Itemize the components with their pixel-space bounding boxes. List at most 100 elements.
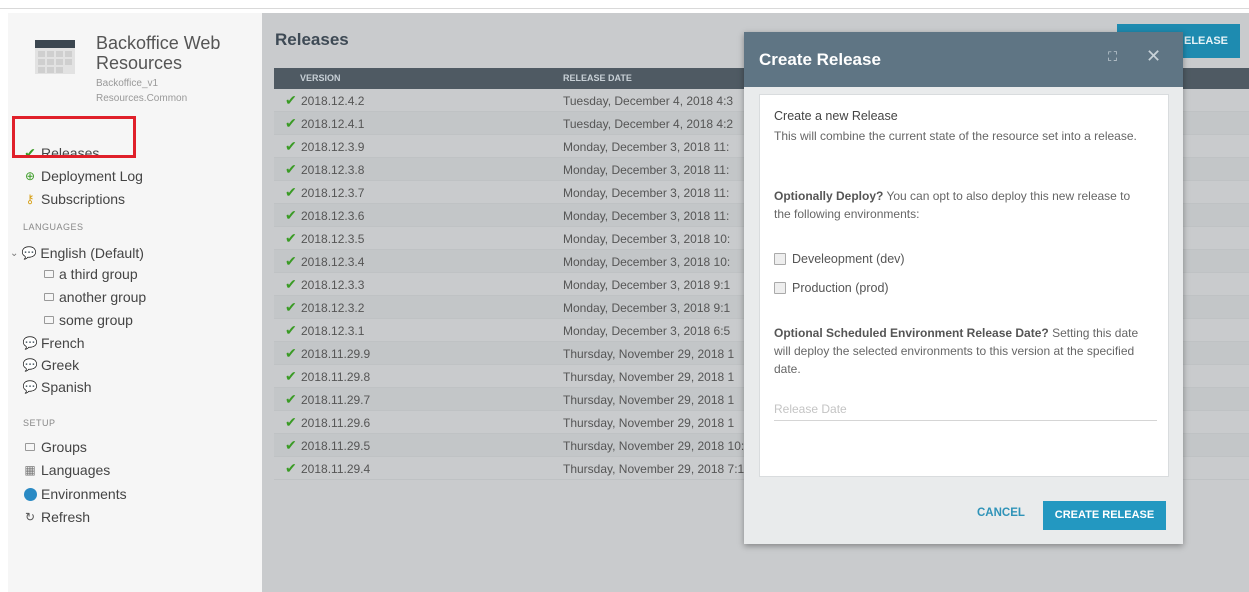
checkmark-icon: ✔ <box>285 161 297 177</box>
nav-subscriptions[interactable]: ⚷ Subscriptions <box>23 189 125 209</box>
version-cell: 2018.12.3.4 <box>301 255 365 269</box>
version-cell: 2018.11.29.4 <box>301 462 371 476</box>
create-release-button[interactable]: CREATE RELEASE <box>1043 501 1166 530</box>
dialog-body: Create a new Release This will combine t… <box>759 94 1169 477</box>
version-cell: 2018.12.3.1 <box>301 324 365 338</box>
setup-environments[interactable]: Environments <box>23 484 127 504</box>
release-date-cell: Tuesday, December 4, 2018 4:2 <box>563 117 734 131</box>
group-label: a third group <box>59 266 138 282</box>
speech-bubble-icon: 💬 <box>22 358 38 372</box>
language-french[interactable]: 💬 French <box>23 333 85 353</box>
checkmark-icon: ✔ <box>285 322 297 338</box>
version-cell: 2018.12.3.7 <box>301 186 365 200</box>
setup-languages[interactable]: ▦ Languages <box>23 460 110 480</box>
dialog-footer: CANCEL CREATE RELEASE <box>744 487 1183 544</box>
speech-bubble-icon: 💬 <box>21 246 37 260</box>
checkmark-icon: ✔ <box>285 414 297 430</box>
language-english[interactable]: ⌄ 💬 English (Default) <box>10 243 144 263</box>
language-greek[interactable]: 💬 Greek <box>22 355 80 375</box>
app-title: Backoffice Web Resources <box>96 33 221 73</box>
version-cell: 2018.12.3.3 <box>301 278 365 292</box>
column-release-date[interactable]: RELEASE DATE <box>563 73 632 83</box>
version-cell: 2018.12.3.8 <box>301 163 365 177</box>
version-cell: 2018.11.29.7 <box>301 393 371 407</box>
setup-refresh[interactable]: ↻ Refresh <box>23 507 90 527</box>
version-cell: 2018.12.3.9 <box>301 140 365 154</box>
checkmark-icon: ✔ <box>285 460 297 476</box>
version-cell: 2018.12.4.2 <box>301 94 365 108</box>
key-icon: ⚷ <box>25 192 35 206</box>
release-date-cell: Thursday, November 29, 2018 1 <box>563 347 735 361</box>
group-item[interactable]: some group <box>44 312 133 328</box>
speech-bubble-icon: 💬 <box>22 380 38 394</box>
deploy-prompt-strong: Optionally Deploy? <box>774 189 884 203</box>
release-date-cell: Monday, December 3, 2018 11: <box>563 140 730 154</box>
column-version[interactable]: VERSION <box>300 73 341 83</box>
checkmark-icon: ✔ <box>285 276 297 292</box>
version-cell: 2018.11.29.9 <box>301 347 371 361</box>
release-date-cell: Thursday, November 29, 2018 1 <box>563 393 735 407</box>
setup-groups[interactable]: Groups <box>23 437 87 457</box>
dialog-description: This will combine the current state of t… <box>774 129 1137 143</box>
dialog-title: Create Release <box>759 50 881 69</box>
release-date-input[interactable] <box>774 397 1157 421</box>
release-date-cell: Thursday, November 29, 2018 7:14 AM <box>563 462 772 476</box>
checkmark-icon: ✔ <box>285 207 297 223</box>
release-date-cell: Monday, December 3, 2018 11: <box>563 186 730 200</box>
checkmark-icon: ✔ <box>285 391 297 407</box>
version-cell: 2018.12.3.2 <box>301 301 365 315</box>
cancel-button[interactable]: CANCEL <box>977 507 1025 519</box>
env-dev-option[interactable]: Develeopment (dev) <box>774 252 905 266</box>
page-title: Releases <box>275 30 349 49</box>
app-sub-line2: Resources.Common <box>96 93 188 104</box>
env-dev-label: Develeopment (dev) <box>792 252 905 266</box>
checkmark-icon: ✔ <box>285 368 297 384</box>
app-sub-line1: Backoffice_v1 <box>96 78 159 89</box>
setup-refresh-label: Refresh <box>41 509 91 525</box>
folder-icon <box>25 443 35 451</box>
release-date-cell: Monday, December 3, 2018 11: <box>563 209 730 223</box>
version-cell: 2018.12.4.1 <box>301 117 365 131</box>
version-cell: 2018.11.29.8 <box>301 370 371 384</box>
checkmark-icon: ✔ <box>285 437 297 453</box>
group-label: some group <box>59 312 133 328</box>
group-label: another group <box>59 289 147 305</box>
languages-grid-icon: ▦ <box>24 463 36 477</box>
refresh-icon: ↻ <box>24 510 36 524</box>
schedule-prompt-strong: Optional Scheduled Environment Release D… <box>774 326 1049 340</box>
env-prod-option[interactable]: Production (prod) <box>774 281 889 295</box>
release-date-cell: Thursday, November 29, 2018 1 <box>563 416 735 430</box>
release-date-cell: Tuesday, December 4, 2018 4:3 <box>563 94 734 108</box>
group-item[interactable]: another group <box>44 289 146 305</box>
language-english-label: English (Default) <box>40 245 144 261</box>
globe-icon <box>23 487 37 501</box>
chevron-down-icon[interactable]: ⌄ <box>10 248 18 259</box>
folder-icon <box>44 316 54 324</box>
expand-icon[interactable]: ⛶ <box>1108 49 1122 64</box>
env-prod-checkbox[interactable] <box>774 282 786 294</box>
env-dev-checkbox[interactable] <box>774 253 786 265</box>
checkmark-icon: ✔ <box>285 230 297 246</box>
release-date-cell: Monday, December 3, 2018 10: <box>563 232 731 246</box>
schedule-prompt: Optional Scheduled Environment Release D… <box>774 324 1149 378</box>
language-greek-label: Greek <box>41 357 80 373</box>
language-spanish[interactable]: 💬 Spanish <box>23 377 92 397</box>
release-date-cell: Monday, December 3, 2018 9:1 <box>563 278 731 292</box>
nav-deployment-log[interactable]: ⊕ Deployment Log <box>23 166 143 186</box>
setup-languages-label: Languages <box>41 462 111 478</box>
release-date-cell: Thursday, November 29, 2018 1 <box>563 370 735 384</box>
group-item[interactable]: a third group <box>44 266 138 282</box>
dialog-heading: Create a new Release <box>774 109 898 123</box>
checkmark-icon: ✔ <box>285 345 297 361</box>
version-cell: 2018.12.3.5 <box>301 232 365 246</box>
top-divider <box>0 8 1249 9</box>
deploy-prompt: Optionally Deploy? You can opt to also d… <box>774 187 1149 223</box>
app-subtitle: Backoffice_v1 Resources.Common <box>96 76 187 106</box>
close-icon[interactable]: ✕ <box>1146 46 1161 67</box>
release-date-cell: Monday, December 3, 2018 11: <box>563 163 730 177</box>
checkmark-icon: ✔ <box>285 299 297 315</box>
checkmark-icon: ✔ <box>285 253 297 269</box>
release-date-cell: Monday, December 3, 2018 10: <box>563 255 731 269</box>
languages-heading: LANGUAGES <box>23 222 84 232</box>
resource-set-icon <box>35 40 75 74</box>
